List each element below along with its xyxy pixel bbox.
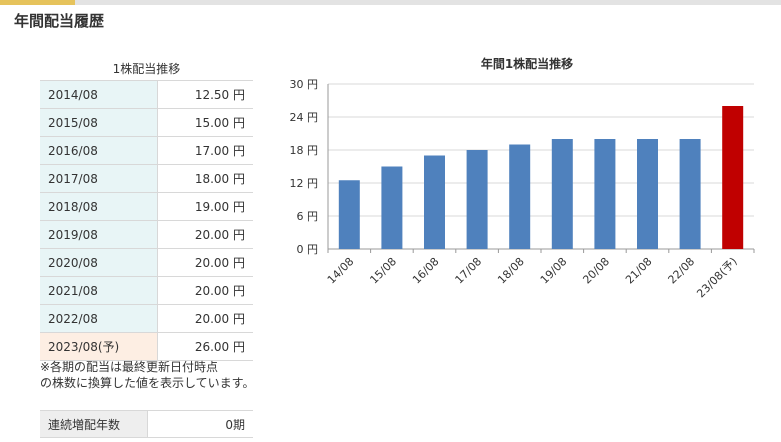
bar-19/08	[551, 139, 573, 249]
period-cell: 2015/08	[40, 108, 158, 137]
bar-16/08	[424, 155, 445, 249]
x-tick-label: 16/08	[410, 255, 442, 287]
amount-cell: 26.00 円	[157, 332, 253, 361]
footnote-line: ※各期の配当は最終更新日付時点	[40, 360, 219, 374]
bar-18/08	[509, 144, 531, 249]
table-row: 2023/08(予) 26.00 円	[40, 332, 253, 361]
streak-label: 連続増配年数	[40, 410, 148, 438]
bar-14/08	[338, 180, 360, 249]
x-tick-label: 20/08	[580, 255, 612, 287]
bar-20/08	[594, 139, 616, 249]
consecutive-increase-table: 連続増配年数 0期	[40, 410, 253, 438]
top-accent-highlight	[0, 0, 75, 5]
chart-title: 年間1株配当推移	[481, 56, 573, 71]
amount-cell: 20.00 円	[157, 248, 253, 277]
amount-cell: 20.00 円	[157, 276, 253, 305]
table-caption: 1株配当推移	[112, 62, 181, 76]
period-cell: 2017/08	[40, 164, 158, 193]
chart-x-axis: 14/08 15/08 16/08 17/08 18/08 19/08 20/08 21/08…	[325, 249, 755, 300]
x-tick-label: 21/08	[623, 255, 655, 287]
amount-cell: 18.00 円	[157, 164, 253, 193]
y-tick-label: 0 円	[297, 243, 319, 256]
amount-cell: 19.00 円	[157, 192, 253, 221]
annual-dividend-chart: 年間1株配当推移 0 円 6 円 12 円 18 円 24 円 30 円 14/08 15/…	[290, 56, 755, 300]
bar-21/08	[637, 139, 658, 249]
x-tick-label: 15/08	[367, 255, 399, 287]
footnote-line: の株数に換算した値を表示しています。	[40, 376, 255, 390]
bar-17/08	[466, 150, 488, 249]
amount-cell: 20.00 円	[157, 304, 253, 333]
period-cell: 2018/08	[40, 192, 158, 221]
y-tick-label: 12 円	[290, 177, 319, 190]
dividend-history-table: 2014/08 12.50 円 2015/08 15.00 円 2016/08 17.00…	[40, 80, 253, 361]
table-row: 2022/08 20.00 円	[40, 304, 253, 333]
table-row: 2017/08 18.00 円	[40, 164, 253, 193]
period-cell: 2022/08	[40, 304, 158, 333]
amount-cell: 15.00 円	[157, 108, 253, 137]
chart-bars	[338, 106, 744, 249]
footnote: ※各期の配当は最終更新日付時点 の株数に換算した値を表示しています。	[40, 359, 254, 391]
bar-23/08(予)	[722, 106, 744, 249]
y-tick-label: 6 円	[297, 210, 319, 223]
table-row: 2015/08 15.00 円	[40, 108, 253, 137]
x-tick-label: 23/08(予)	[694, 255, 739, 300]
bar-15/08	[381, 166, 403, 249]
amount-cell: 17.00 円	[157, 136, 253, 165]
table-row: 2016/08 17.00 円	[40, 136, 253, 165]
streak-value: 0期	[147, 410, 253, 438]
x-tick-label: 18/08	[495, 255, 527, 287]
x-tick-label: 19/08	[538, 255, 570, 287]
table-row: 2014/08 12.50 円	[40, 80, 253, 109]
table-row: 2021/08 20.00 円	[40, 276, 253, 305]
period-cell: 2016/08	[40, 136, 158, 165]
period-cell: 2023/08(予)	[40, 332, 158, 361]
y-tick-label: 30 円	[290, 78, 319, 91]
bar-22/08	[679, 139, 701, 249]
y-tick-label: 18 円	[290, 144, 319, 157]
table-row: 2019/08 20.00 円	[40, 220, 253, 249]
y-tick-label: 24 円	[290, 111, 319, 124]
amount-cell: 20.00 円	[157, 220, 253, 249]
x-tick-label: 17/08	[453, 255, 485, 287]
period-cell: 2020/08	[40, 248, 158, 277]
top-accent-bar	[0, 0, 781, 5]
table-row: 2018/08 19.00 円	[40, 192, 253, 221]
streak-row: 連続増配年数 0期	[40, 410, 253, 438]
x-tick-label: 22/08	[666, 255, 698, 287]
period-cell: 2019/08	[40, 220, 158, 249]
period-cell: 2014/08	[40, 80, 158, 109]
section-title: 年間配当履歴	[14, 12, 105, 30]
amount-cell: 12.50 円	[157, 80, 253, 109]
chart-y-axis: 0 円 6 円 12 円 18 円 24 円 30 円	[290, 78, 329, 256]
table-row: 2020/08 20.00 円	[40, 248, 253, 277]
x-tick-label: 14/08	[325, 255, 357, 287]
period-cell: 2021/08	[40, 276, 158, 305]
